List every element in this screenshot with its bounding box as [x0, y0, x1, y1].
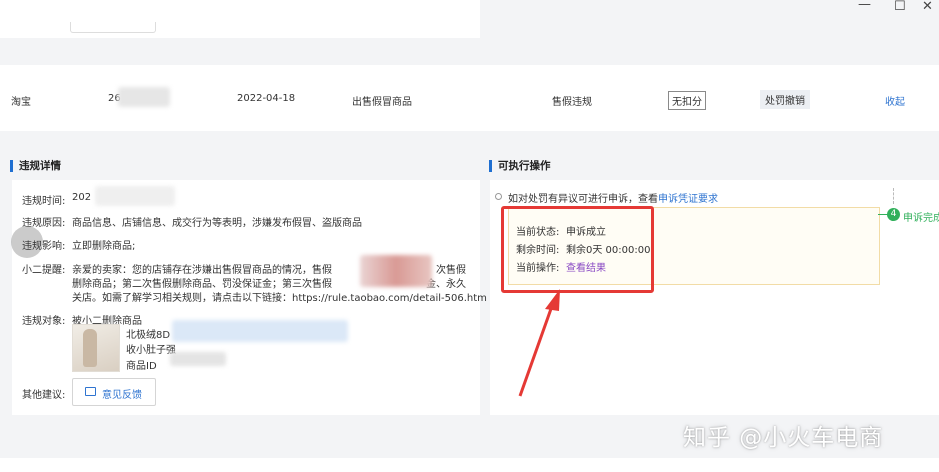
- annotation-arrow-icon: [518, 289, 560, 397]
- bottom-card: [0, 458, 939, 472]
- watermark: 知乎 @小火车电商: [683, 425, 884, 451]
